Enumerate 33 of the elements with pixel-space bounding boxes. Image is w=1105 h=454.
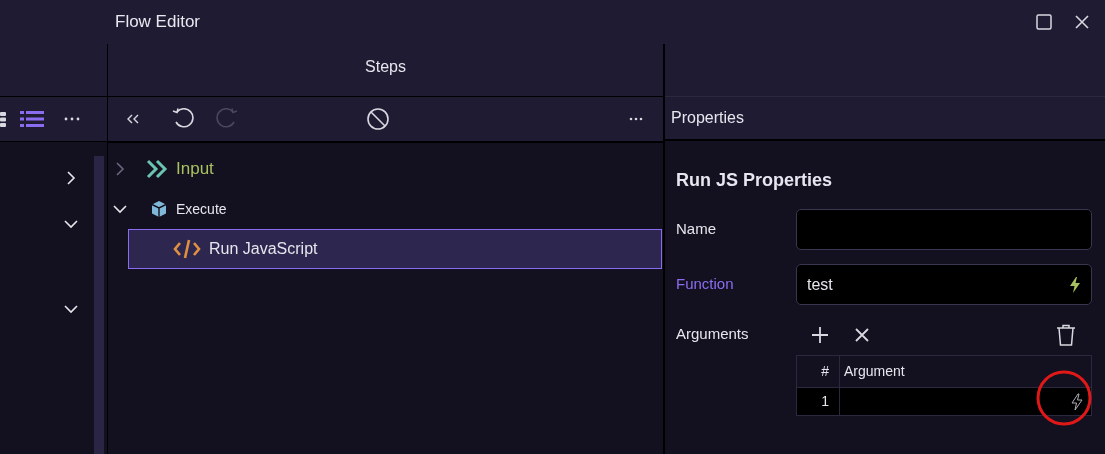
more-icon[interactable] bbox=[629, 117, 643, 121]
trash-icon[interactable] bbox=[1056, 324, 1076, 346]
window-title: Flow Editor bbox=[114, 11, 201, 34]
input-field[interactable]: test bbox=[796, 264, 1092, 305]
close-icon[interactable] bbox=[1074, 14, 1090, 30]
code-icon bbox=[173, 239, 201, 259]
double-chevron-icon bbox=[146, 159, 168, 179]
highlight-circle bbox=[1036, 370, 1092, 426]
scrollbar[interactable] bbox=[94, 156, 104, 454]
row-number: 1 bbox=[797, 388, 840, 415]
add-icon[interactable] bbox=[811, 326, 829, 344]
field-label: Name bbox=[676, 219, 717, 240]
panel-title: Properties bbox=[671, 108, 744, 128]
field-label: Function bbox=[676, 274, 735, 295]
grid-icon[interactable] bbox=[0, 111, 6, 127]
bolt-icon[interactable] bbox=[1071, 392, 1083, 411]
disable-icon[interactable] bbox=[366, 107, 390, 131]
collapse-icon[interactable] bbox=[126, 113, 140, 125]
bolt-icon[interactable] bbox=[1069, 275, 1081, 294]
section-heading: Run JS Properties bbox=[676, 169, 834, 192]
remove-icon[interactable] bbox=[854, 327, 870, 343]
tree-item[interactable]: Execute bbox=[108, 189, 662, 229]
input-field[interactable] bbox=[796, 209, 1092, 250]
maximize-icon[interactable] bbox=[1036, 14, 1052, 30]
tree-item[interactable]: Input bbox=[108, 149, 662, 189]
more-icon[interactable] bbox=[64, 117, 80, 121]
undo-icon[interactable] bbox=[172, 108, 196, 130]
list-icon[interactable] bbox=[20, 110, 44, 128]
cube-icon bbox=[150, 200, 168, 218]
column-header: Argument bbox=[843, 362, 906, 381]
tree-item[interactable]: Run JavaScript bbox=[128, 229, 662, 269]
panel-title: Steps bbox=[365, 57, 406, 77]
field-label: Arguments bbox=[676, 324, 750, 344]
